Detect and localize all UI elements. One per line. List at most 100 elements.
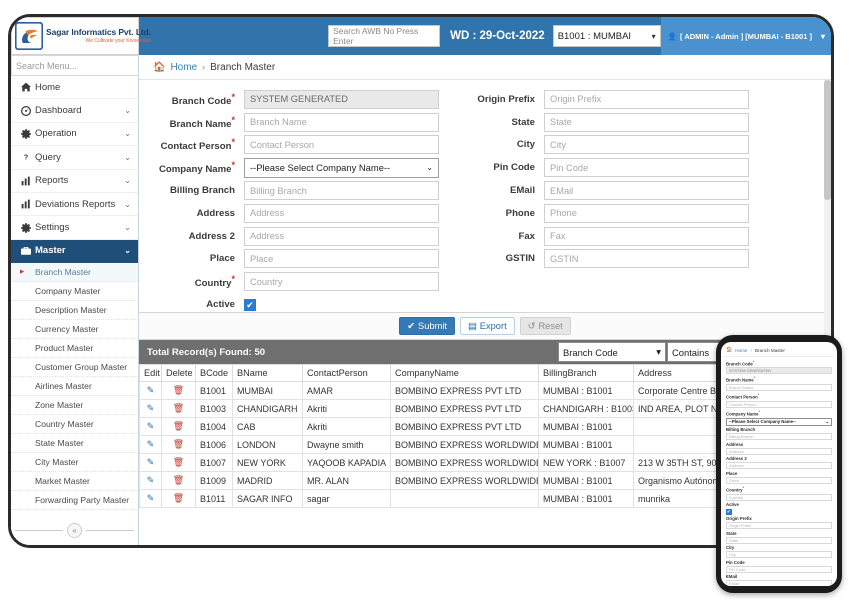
column-header-bname[interactable]: BName [232,364,303,382]
field-select-company-name[interactable]: --Please Select Company Name-- ⌄ [244,157,439,178]
mobile-field-select-company-name[interactable]: --Please Select Company Name-- ⌄ [726,417,832,426]
field-input-country[interactable]: Country [244,272,439,292]
column-header-contactperson[interactable]: ContactPerson [302,364,391,382]
delete-cell[interactable]: 🗑 [161,417,196,436]
submenu-item-customer-group-master[interactable]: Customer Group Master [11,358,138,378]
field-input-address-2[interactable]: Address [244,226,439,246]
trash-icon[interactable]: 🗑 [173,421,184,431]
scrollbar-thumb[interactable] [824,80,831,200]
delete-cell[interactable]: 🗑 [161,381,196,400]
column-header-edit[interactable]: Edit [139,364,162,382]
field-input-email[interactable]: EMail [544,181,749,201]
mobile-field-input-address-2[interactable]: Address [726,462,832,470]
field-input-branch-name[interactable]: Branch Name [244,112,439,132]
reset-button[interactable]: ↺ Reset [519,317,571,335]
edit-icon[interactable]: ✎ [147,493,155,503]
edit-cell[interactable]: ✎ [139,471,162,490]
sidebar-item-settings[interactable]: Settings ⌄ [11,216,138,240]
submenu-item-airlines-master[interactable]: Airlines Master [11,377,138,397]
edit-icon[interactable]: ✎ [147,421,155,431]
column-header-delete[interactable]: Delete [161,364,196,382]
sidebar-item-operation[interactable]: Operation ⌄ [11,122,138,147]
submenu-item-city-master[interactable]: City Master [11,453,138,473]
field-input-billing-branch[interactable]: Billing Branch [244,181,439,201]
field-input-place[interactable]: Place [244,249,439,269]
mobile-field-input-contact-person[interactable]: Contact Person [726,400,832,408]
submenu-item-currency-master[interactable]: Currency Master [11,320,138,340]
submenu-item-country-master[interactable]: Country Master [11,415,138,435]
delete-cell[interactable]: 🗑 [161,435,196,454]
delete-cell[interactable]: 🗑 [161,489,196,508]
field-input-origin-prefix[interactable]: Origin Prefix [544,89,749,109]
edit-icon[interactable]: ✎ [147,475,155,485]
mobile-field-input-pin-code[interactable]: Pin Code [726,565,832,573]
field-input-gstin[interactable]: GSTIN [544,249,749,269]
column-header-companyname[interactable]: CompanyName [390,364,539,382]
edit-cell[interactable]: ✎ [139,435,162,454]
edit-icon[interactable]: ✎ [147,385,155,395]
trash-icon[interactable]: 🗑 [173,475,184,485]
submenu-item-forwarding-party-master[interactable]: Forwarding Party Master [11,491,138,511]
edit-cell[interactable]: ✎ [139,453,162,472]
mobile-field-input-country[interactable]: Country [726,493,832,501]
submenu-item-state-master[interactable]: State Master [11,434,138,454]
submenu-item-market-master[interactable]: Market Master [11,472,138,492]
delete-cell[interactable]: 🗑 [161,399,196,418]
trash-icon[interactable]: 🗑 [173,493,184,503]
column-header-bcode[interactable]: BCode [195,364,233,382]
breadcrumb-home-link[interactable]: Home [170,62,197,73]
sidebar-item-home[interactable]: Home [11,76,138,100]
field-input-address[interactable]: Address [244,203,439,223]
delete-cell[interactable]: 🗑 [161,471,196,490]
edit-icon[interactable]: ✎ [147,403,155,413]
mobile-field-input-place[interactable]: Place [726,476,832,484]
mobile-field-input-city[interactable]: City [726,551,832,559]
field-checkbox-active[interactable]: ✔ [244,298,256,311]
mobile-field-input-origin-prefix[interactable]: Origin Prefix [726,522,832,530]
edit-cell[interactable]: ✎ [139,381,162,400]
trash-icon[interactable]: 🗑 [173,403,184,413]
submenu-item-company-master[interactable]: Company Master [11,282,138,302]
user-menu[interactable]: 👤 [ ADMIN - Admin ] [MUMBAI - B1001 ] ▾ [660,17,831,55]
field-input-state[interactable]: State [544,112,749,132]
submenu-item-description-master[interactable]: Description Master [11,301,138,321]
branch-select[interactable]: B1001 : MUMBAI ▾ [552,25,661,47]
brand-logo[interactable]: Sagar Informatics Pvt. Ltd. We Cultivate… [11,17,151,55]
trash-icon[interactable]: 🗑 [173,457,184,467]
sidebar-collapse-toggle[interactable]: « [11,515,138,545]
edit-icon[interactable]: ✎ [147,439,155,449]
column-header-billingbranch[interactable]: BillingBranch [538,364,634,382]
submit-button[interactable]: ✔ Submit [399,317,455,335]
sidebar-item-dashboard[interactable]: Dashboard ⌄ [11,99,138,123]
sidebar-item-query[interactable]: ? Query ⌄ [11,146,138,170]
field-input-pin-code[interactable]: Pin Code [544,158,749,178]
chevron-left-double-icon[interactable]: « [67,522,82,538]
submenu-item-zone-master[interactable]: Zone Master [11,396,138,416]
trash-icon[interactable]: 🗑 [173,385,184,395]
edit-cell[interactable]: ✎ [139,399,162,418]
mobile-field-input-branch-name[interactable]: Branch Name [726,383,832,391]
mobile-breadcrumb-home[interactable]: Home [735,348,747,353]
edit-icon[interactable]: ✎ [147,457,155,467]
sidebar-item-reports[interactable]: Reports ⌄ [11,169,138,193]
field-input-contact-person[interactable]: Contact Person [244,135,439,155]
field-input-phone[interactable]: Phone [544,203,749,223]
filter-field-select[interactable]: Branch Code ▾ [558,342,666,362]
field-input-fax[interactable]: Fax [544,226,749,246]
mobile-field-input-state[interactable]: State [726,536,832,544]
submenu-item-branch-master[interactable]: Branch Master [11,263,138,283]
field-input-city[interactable]: City [544,135,749,155]
delete-cell[interactable]: 🗑 [161,453,196,472]
trash-icon[interactable]: 🗑 [173,439,184,449]
search-menu-input[interactable]: Search Menu... [11,55,138,76]
mobile-field-checkbox-active[interactable]: ✔ [726,509,732,515]
edit-cell[interactable]: ✎ [139,417,162,436]
mobile-field-input-email[interactable]: EMail [726,580,832,586]
sidebar-item-deviations-reports[interactable]: Deviations Reports ⌄ [11,192,138,217]
export-button[interactable]: ▤ Export [459,317,515,335]
mobile-field-input-billing-branch[interactable]: Billing Branch [726,433,832,441]
awb-search-input[interactable]: Search AWB No Press Enter [328,25,441,47]
edit-cell[interactable]: ✎ [139,489,162,508]
submenu-item-product-master[interactable]: Product Master [11,339,138,359]
mobile-field-input-address[interactable]: Address [726,447,832,455]
